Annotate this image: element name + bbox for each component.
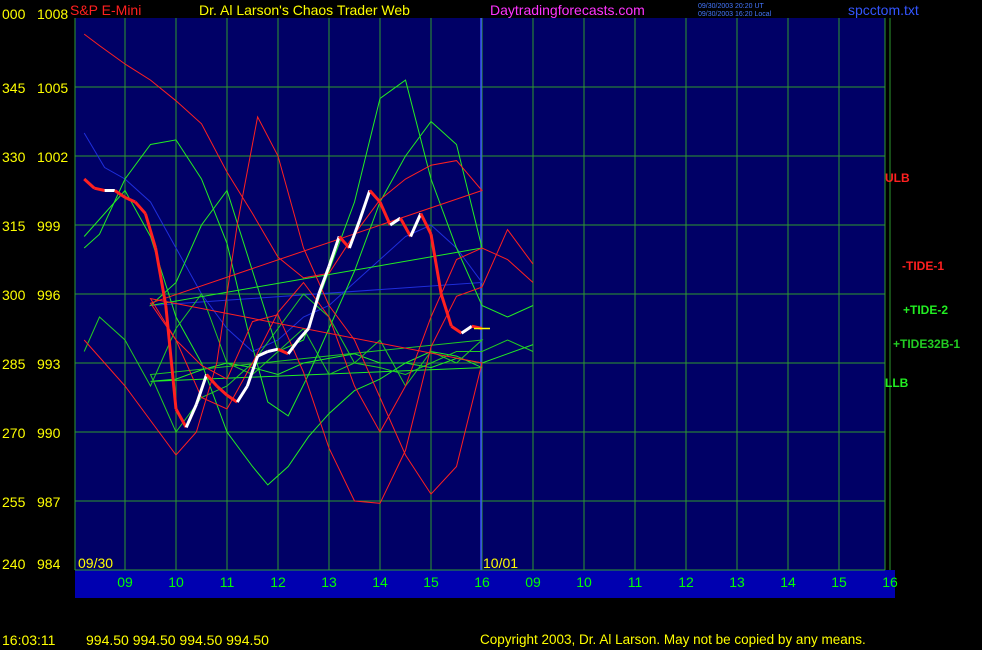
y-tick-price: 999 (37, 218, 61, 234)
y-tick-angle: 300 (2, 287, 26, 303)
y-tick-price: 1008 (37, 6, 68, 22)
x-tick-label: 12 (270, 574, 286, 590)
y-tick-angle: 000 (2, 6, 26, 22)
footer-quote: 994.50 994.50 994.50 994.50 (86, 632, 269, 648)
x-tick-label: 12 (678, 574, 694, 590)
x-tick-label: 09 (117, 574, 133, 590)
x-tick-label: 16 (474, 574, 490, 590)
header-site: Daytradingforecasts.com (490, 2, 645, 18)
y-tick-price: 1002 (37, 149, 68, 165)
y-tick-price: 984 (37, 556, 61, 572)
x-tick-label: 10 (168, 574, 184, 590)
legend-label: +TIDE-2 (903, 303, 948, 317)
x-tick-label: 13 (729, 574, 745, 590)
legend-label: +TIDE32B-1 (893, 337, 960, 351)
y-tick-price: 990 (37, 425, 61, 441)
date-label: 09/30 (78, 555, 113, 571)
x-tick-label: 10 (576, 574, 592, 590)
y-tick-angle: 270 (2, 425, 26, 441)
legend-label: ULB (885, 171, 910, 185)
y-tick-angle: 255 (2, 494, 26, 510)
header-symbol: S&P E-Mini (70, 2, 141, 18)
y-tick-angle: 285 (2, 356, 26, 372)
y-tick-price: 993 (37, 356, 61, 372)
x-tick-label: 13 (321, 574, 337, 590)
x-tick-label: 11 (220, 574, 235, 590)
header-stamp-1: 09/30/2003 20:20 UT (698, 3, 764, 10)
header-file: spcctom.txt (848, 2, 919, 18)
x-tick-label: 15 (831, 574, 847, 590)
y-tick-angle: 315 (2, 218, 26, 234)
footer-copyright: Copyright 2003, Dr. Al Larson. May not b… (480, 632, 866, 647)
y-tick-price: 987 (37, 494, 61, 510)
x-tick-label: 15 (423, 574, 439, 590)
legend-label: -TIDE-1 (902, 259, 944, 273)
y-tick-price: 1005 (37, 80, 68, 96)
x-tick-label: 16 (882, 574, 898, 590)
footer-time: 16:03:11 (2, 632, 56, 648)
x-tick-label: 14 (372, 574, 388, 590)
x-tick-label: 14 (780, 574, 796, 590)
y-tick-angle: 330 (2, 149, 26, 165)
x-tick-label: 11 (628, 574, 643, 590)
date-label: 10/01 (483, 555, 518, 571)
header-title: Dr. Al Larson's Chaos Trader Web (199, 2, 410, 18)
x-tick-label: 09 (525, 574, 541, 590)
y-tick-price: 996 (37, 287, 61, 303)
y-tick-angle: 240 (2, 556, 26, 572)
y-tick-angle: 345 (2, 80, 26, 96)
chaos-trader-chart: 000 1008 345 1005 330 1002 315 999 300 996 285 993 2… (0, 0, 982, 650)
legend-label: LLB (885, 376, 909, 390)
header-stamp-2: 09/30/2003 16:20 Local (698, 11, 772, 18)
